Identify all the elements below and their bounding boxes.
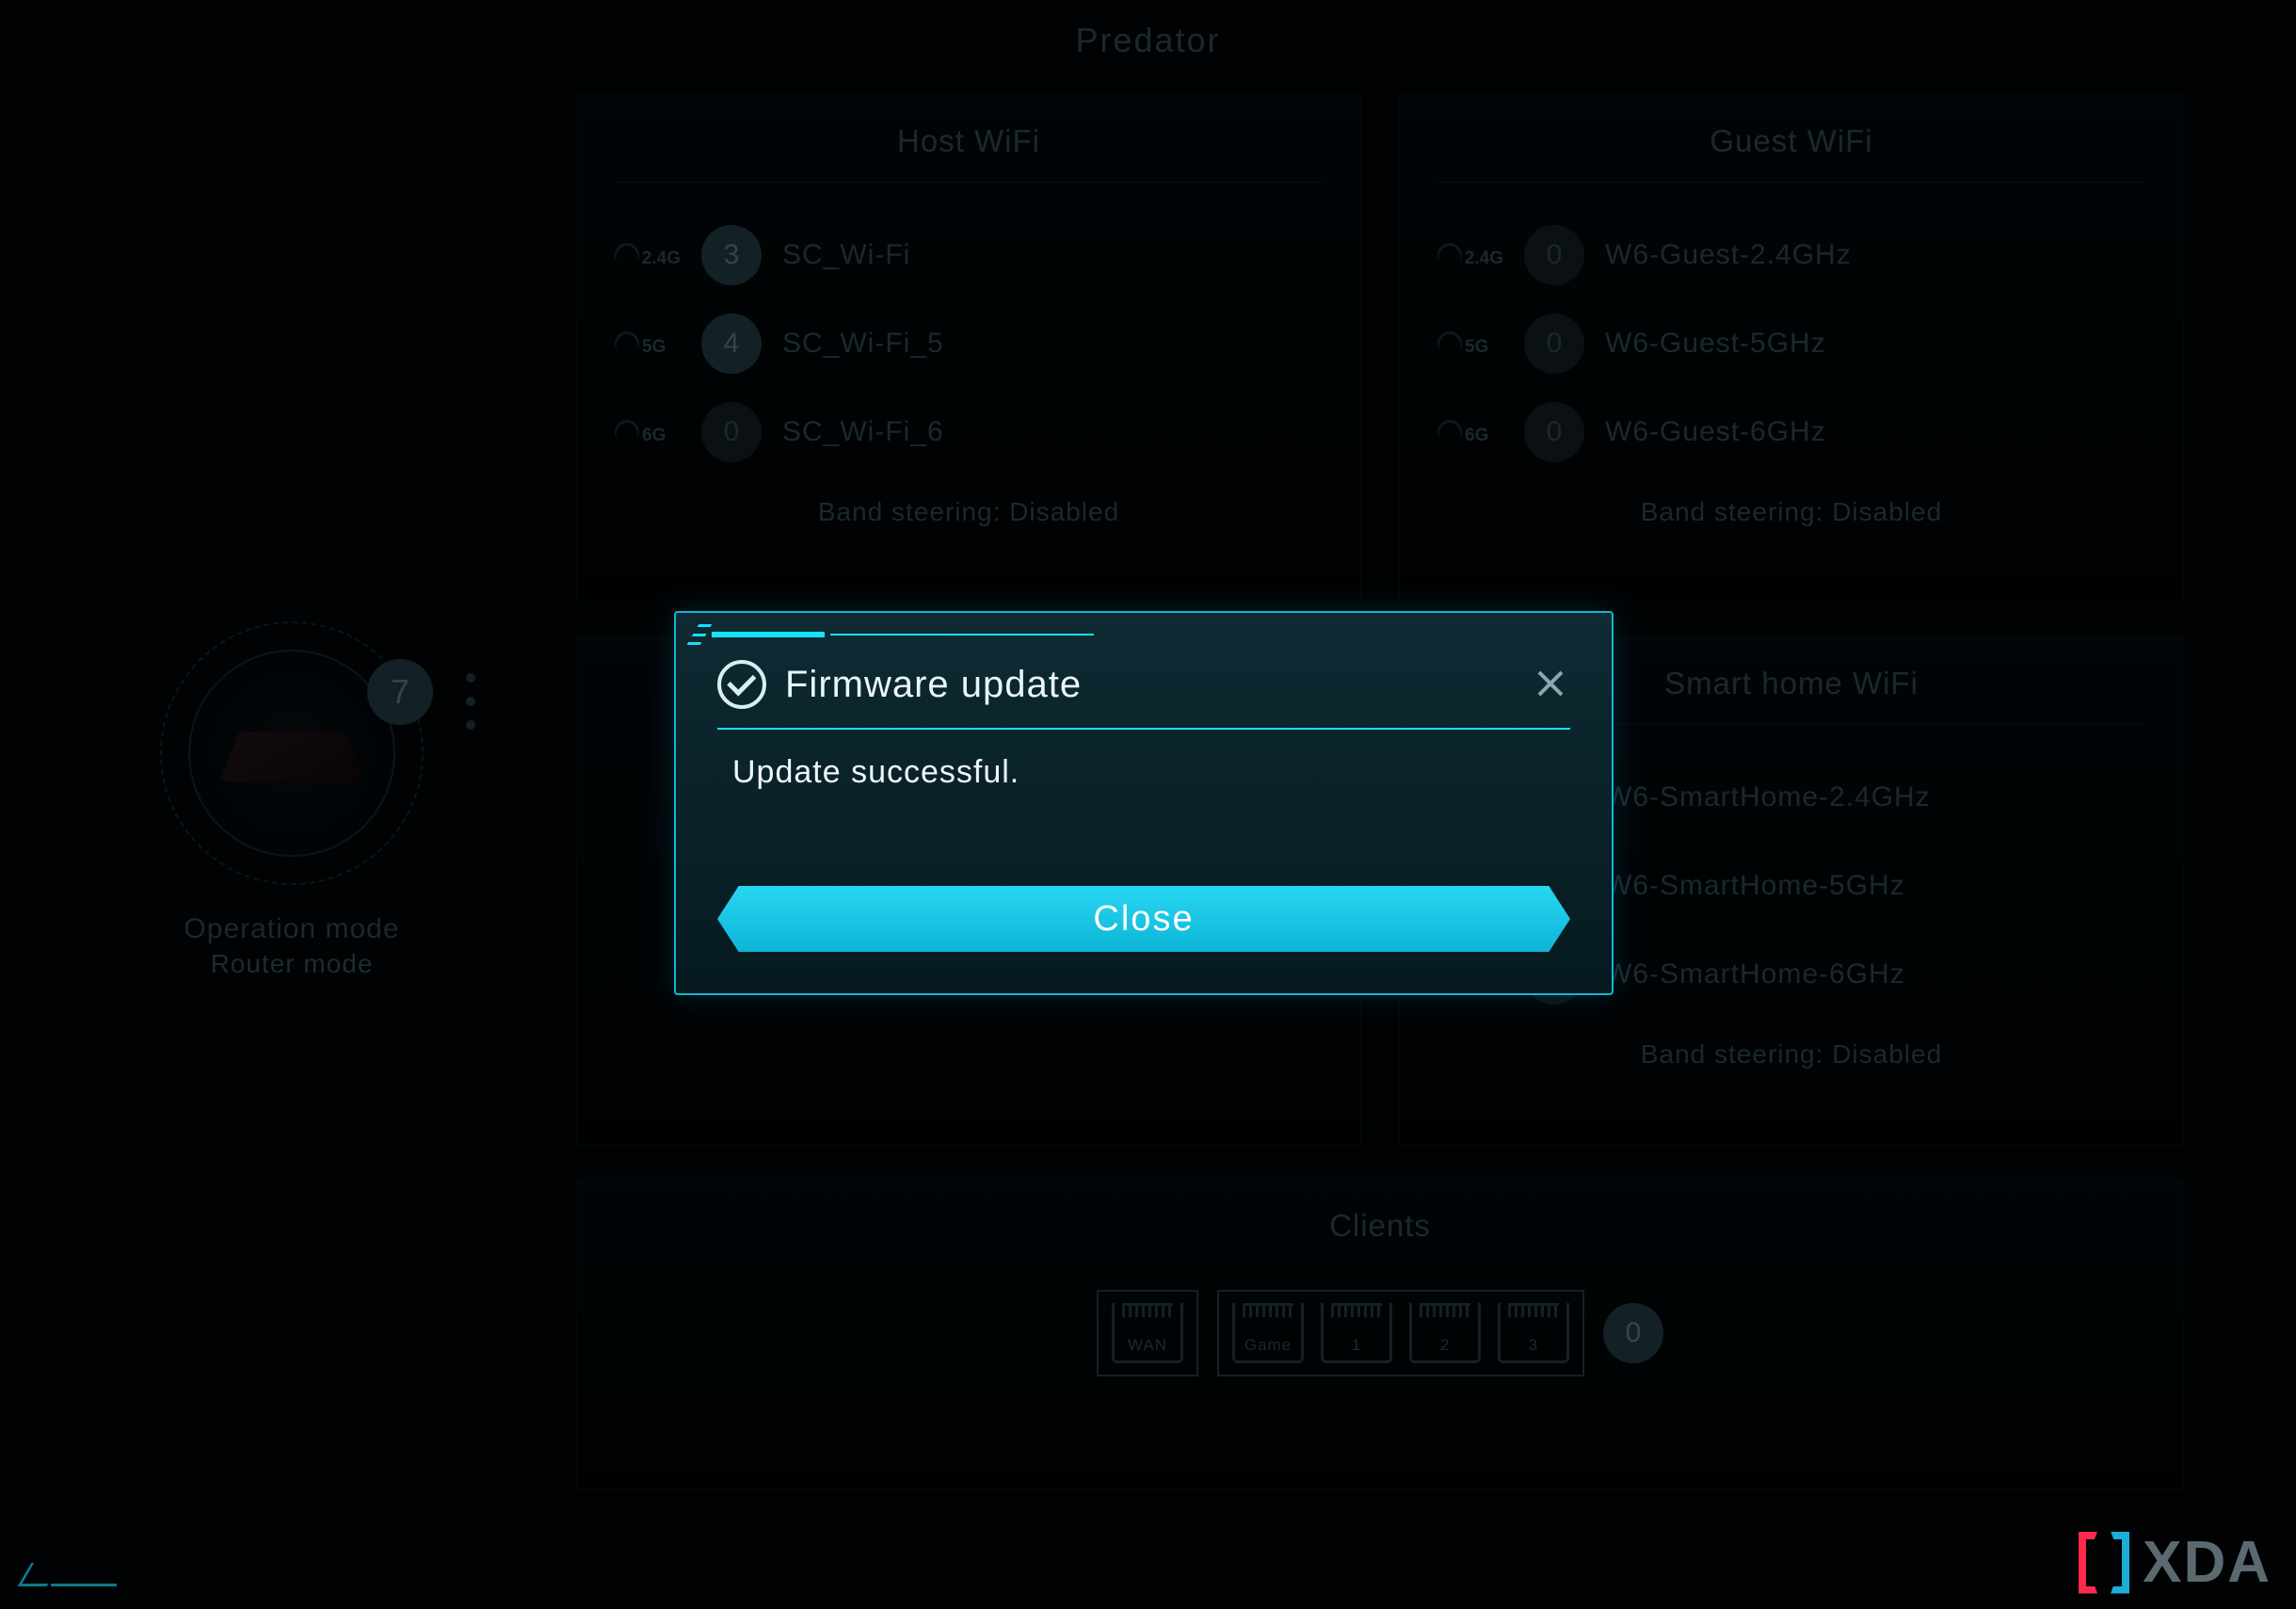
xda-text: XDA bbox=[2143, 1529, 2272, 1596]
close-button[interactable]: Close bbox=[717, 886, 1570, 952]
corner-accent-icon bbox=[24, 1549, 137, 1586]
modal-title: Firmware update bbox=[785, 664, 1082, 706]
success-check-icon bbox=[717, 660, 766, 709]
modal-message: Update successful. bbox=[732, 754, 1555, 791]
xda-watermark: XDA bbox=[2079, 1529, 2272, 1596]
modal-decor bbox=[693, 624, 1094, 645]
firmware-update-modal: Firmware update Update successful. Close bbox=[674, 611, 1614, 995]
xda-logo-icon bbox=[2079, 1532, 2129, 1594]
modal-close-icon[interactable] bbox=[1531, 664, 1570, 703]
